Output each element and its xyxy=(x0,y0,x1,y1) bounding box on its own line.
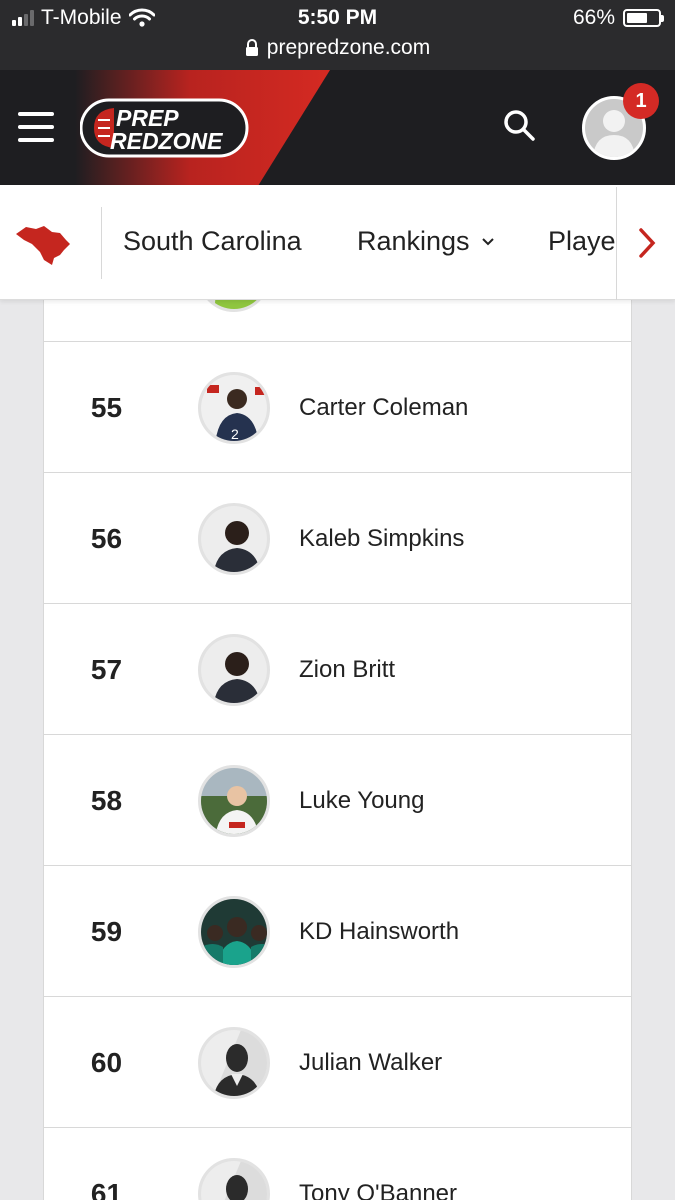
player-name[interactable]: Kaleb Simpkins xyxy=(299,525,464,553)
logo-line2: REDZONE xyxy=(110,128,223,154)
rank-number: 55 xyxy=(90,392,123,423)
rank-number: 59 xyxy=(90,916,123,947)
ranking-row[interactable]: 61 Tony O'Banner xyxy=(44,1128,631,1200)
rankings-list: 54552Carter Coleman56Kaleb Simpkins57Zio… xyxy=(43,230,632,1200)
svg-text:2: 2 xyxy=(231,426,239,442)
player-photo[interactable] xyxy=(198,1158,270,1200)
player-photo[interactable] xyxy=(198,503,270,575)
notification-badge[interactable]: 1 xyxy=(623,83,659,119)
chevron-right-icon[interactable] xyxy=(634,226,660,260)
rank-number: 57 xyxy=(90,654,123,685)
player-name[interactable]: Zion Britt xyxy=(299,656,395,684)
south-carolina-state-icon[interactable] xyxy=(14,222,72,266)
battery-group: 66% xyxy=(572,6,664,30)
url-text: prepredzone.com xyxy=(266,36,431,59)
player-photo[interactable] xyxy=(198,765,270,837)
rankings-label: Rankings xyxy=(357,226,470,256)
lock-icon xyxy=(245,39,258,56)
app-root: T-Mobile 5:50 PM 66% prepredzone.com PRE… xyxy=(0,0,675,1200)
player-photo[interactable] xyxy=(198,896,270,968)
player-photo[interactable] xyxy=(198,1027,270,1099)
ranking-row[interactable]: 56 Kaleb Simpkins xyxy=(44,473,631,604)
subnav-item-state[interactable]: South Carolina xyxy=(123,226,302,257)
battery-fill xyxy=(627,13,647,23)
prep-redzone-logo[interactable]: PREP REDZONE xyxy=(80,98,250,158)
subnav-item-players[interactable]: Players xyxy=(548,226,616,257)
subnav-scroll-divider xyxy=(616,187,617,300)
rank-number: 61 xyxy=(90,1178,123,1200)
address-bar[interactable]: prepredzone.com xyxy=(0,36,675,60)
subnav-item-rankings[interactable]: Rankings xyxy=(357,226,494,257)
status-bar: T-Mobile 5:50 PM 66% prepredzone.com xyxy=(0,0,675,70)
battery-icon xyxy=(623,9,664,27)
ranking-row[interactable]: 59 KD Hainsworth xyxy=(44,866,631,997)
player-name[interactable]: KD Hainsworth xyxy=(299,918,459,946)
player-name[interactable]: Luke Young xyxy=(299,787,424,815)
rank-number: 58 xyxy=(90,785,123,816)
site-header: PREP REDZONE xyxy=(0,70,675,185)
player-name[interactable]: Julian Walker xyxy=(299,1049,442,1077)
ranking-row[interactable]: 57 Zion Britt xyxy=(44,604,631,735)
hamburger-menu-icon[interactable] xyxy=(18,112,54,142)
battery-percent: 66% xyxy=(572,6,615,29)
search-icon[interactable] xyxy=(502,108,536,142)
player-photo[interactable] xyxy=(198,634,270,706)
player-name[interactable]: Tony O'Banner xyxy=(299,1180,457,1200)
ranking-row[interactable]: 55 2 Carter Coleman xyxy=(44,342,631,473)
rank-number: 56 xyxy=(90,523,123,554)
subnav-divider xyxy=(101,207,102,279)
rank-number: 60 xyxy=(90,1047,123,1078)
player-name[interactable]: Carter Coleman xyxy=(299,394,468,422)
ranking-row[interactable]: 60 Julian Walker xyxy=(44,997,631,1128)
chevron-down-icon xyxy=(481,237,494,245)
player-photo[interactable]: 2 xyxy=(198,372,270,444)
ranking-row[interactable]: 58 Luke Young xyxy=(44,735,631,866)
